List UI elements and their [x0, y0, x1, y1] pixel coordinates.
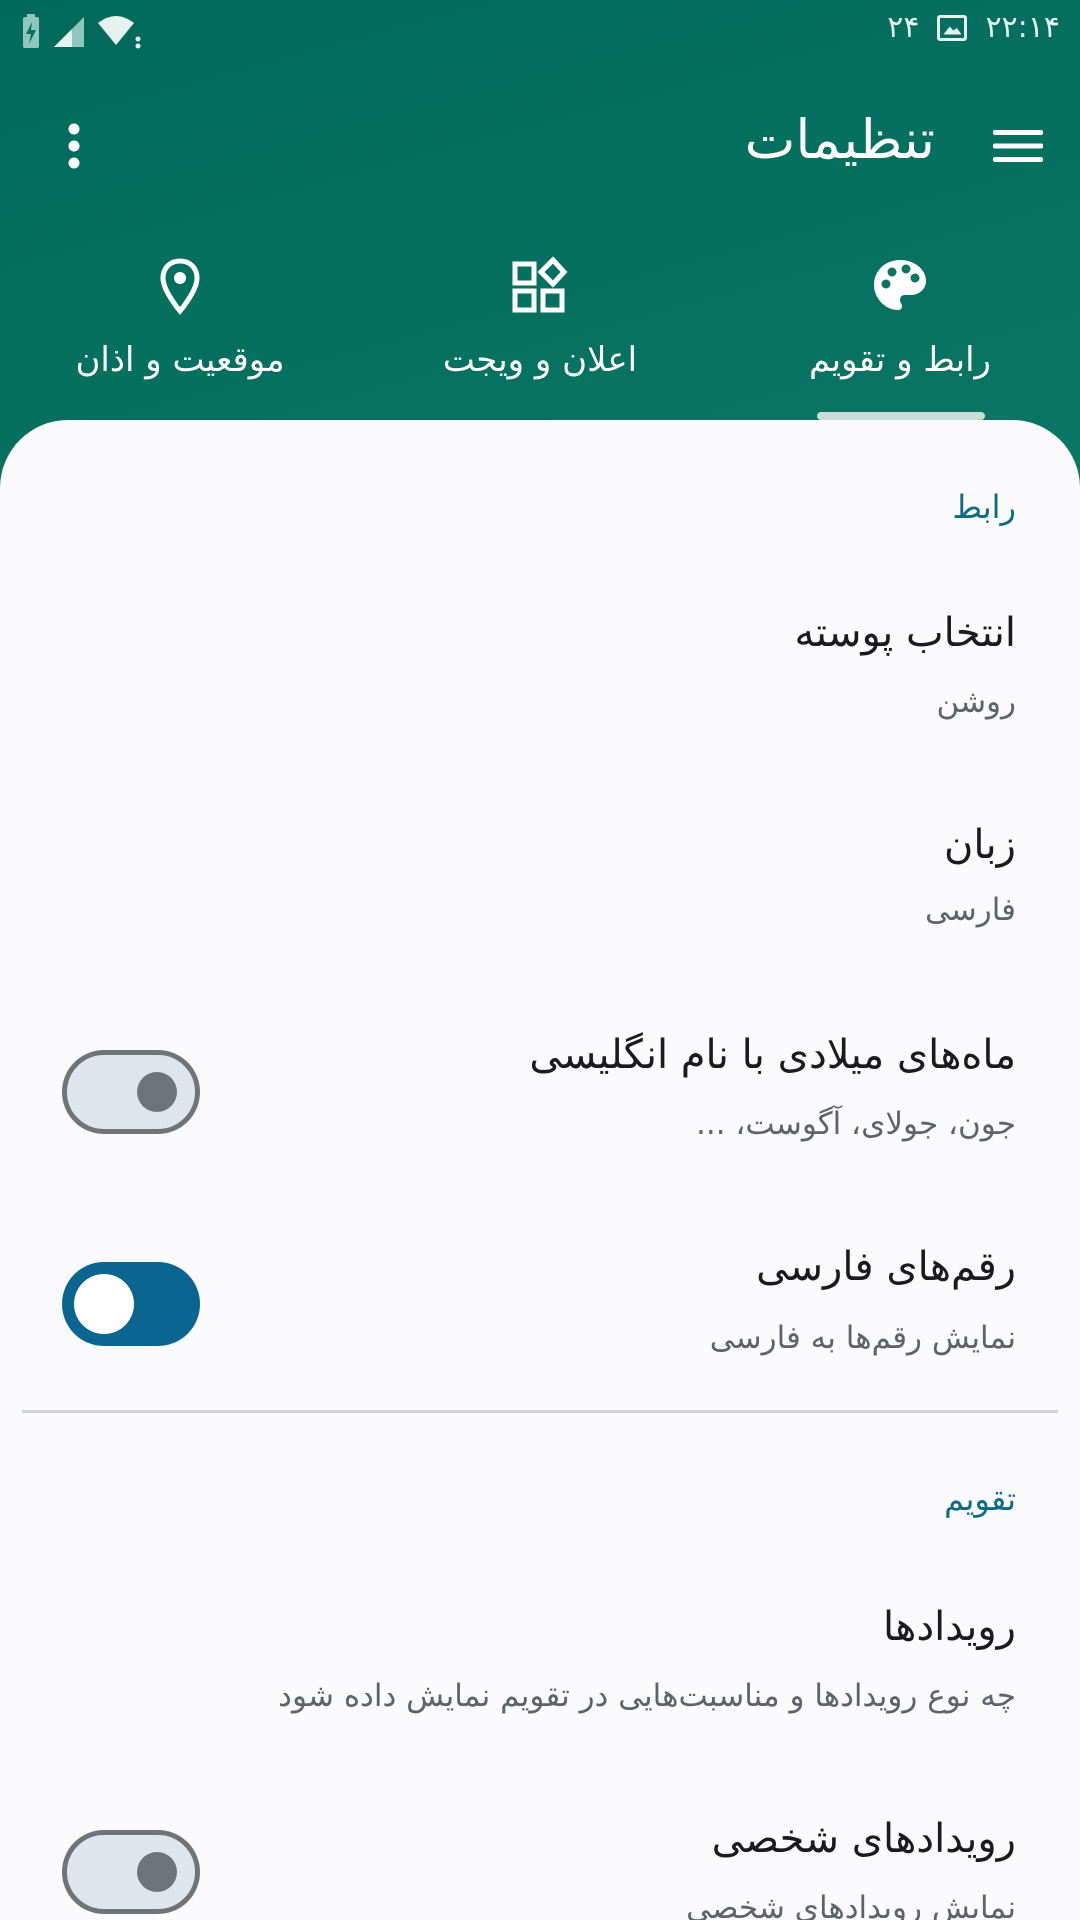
widgets-icon: [512, 256, 568, 313]
tab-label: اعلان و ویجت: [442, 340, 638, 380]
status-icons-left: [20, 14, 142, 50]
pref-title: زبان: [943, 822, 1016, 868]
tab-notification-widget[interactable]: اعلان و ویجت: [390, 240, 690, 420]
pref-summary: چه نوع رویدادها و مناسبت‌هایی در تقویم ن…: [278, 1678, 1016, 1714]
pref-summary: نمایش رقم‌ها به فارسی: [709, 1320, 1016, 1356]
switch-thumb: [137, 1852, 177, 1892]
section-divider: [22, 1410, 1058, 1413]
battery-charging-icon: [23, 14, 39, 48]
section-header-calendar: تقویم: [944, 1480, 1016, 1518]
english-months-switch[interactable]: [62, 1050, 200, 1134]
pref-summary: روشن: [936, 684, 1016, 720]
pref-title: رقم‌های فارسی: [756, 1244, 1016, 1290]
palette-icon: [874, 260, 926, 310]
tab-location-azan[interactable]: موقعیت و اذان: [30, 240, 330, 420]
page-title: تنظیمات: [744, 108, 935, 171]
settings-screen: ۲۲:۱۴ ۲۴ تنظیمات رابط و تقویم اعلان و وی…: [0, 0, 1080, 1920]
tab-interface-calendar[interactable]: رابط و تقویم: [750, 240, 1050, 420]
selected-tab-indicator: [817, 412, 985, 420]
pref-summary: جون، جولای، آگوست، ...: [695, 1106, 1016, 1142]
hamburger-menu-icon: [993, 130, 1043, 162]
pref-title: رویدادها: [883, 1604, 1016, 1650]
more-vertical-icon: [68, 123, 80, 169]
status-time: ۲۲:۱۴: [985, 10, 1060, 45]
hamburger-menu-button[interactable]: [986, 114, 1050, 178]
pref-summary: فارسی: [924, 892, 1016, 928]
switch-thumb: [137, 1072, 177, 1112]
pref-title: انتخاب پوسته: [794, 610, 1016, 656]
section-header-interface: رابط: [952, 488, 1016, 526]
settings-tabs: رابط و تقویم اعلان و ویجت موقعیت و اذان: [0, 240, 1080, 420]
status-bar: ۲۲:۱۴ ۲۴: [0, 0, 1080, 62]
status-date-number: ۲۴: [887, 10, 920, 45]
signal-icon: [54, 17, 84, 47]
persian-digits-switch[interactable]: [62, 1262, 200, 1346]
pref-summary: نمایش رویدادهای شخصی: [686, 1890, 1016, 1920]
top-app-bar: تنظیمات: [0, 90, 1080, 200]
image-notification-icon: [937, 14, 968, 41]
tab-label: رابط و تقویم: [809, 340, 991, 380]
more-options-button[interactable]: [42, 114, 106, 178]
tab-label: موقعیت و اذان: [75, 340, 285, 380]
switch-thumb: [74, 1274, 134, 1334]
status-icons-right: ۲۲:۱۴ ۲۴: [887, 10, 1060, 45]
wifi-icon: [98, 16, 141, 49]
location-pin-icon: [160, 258, 200, 315]
pref-title: ماه‌های میلادی با نام انگلیسی: [529, 1032, 1016, 1078]
personal-events-switch[interactable]: [62, 1830, 200, 1914]
settings-content: رابط انتخاب پوسته روشن زبان فارسی ماه‌ها…: [0, 420, 1080, 1920]
pref-title: رویدادهای شخصی: [711, 1816, 1016, 1862]
